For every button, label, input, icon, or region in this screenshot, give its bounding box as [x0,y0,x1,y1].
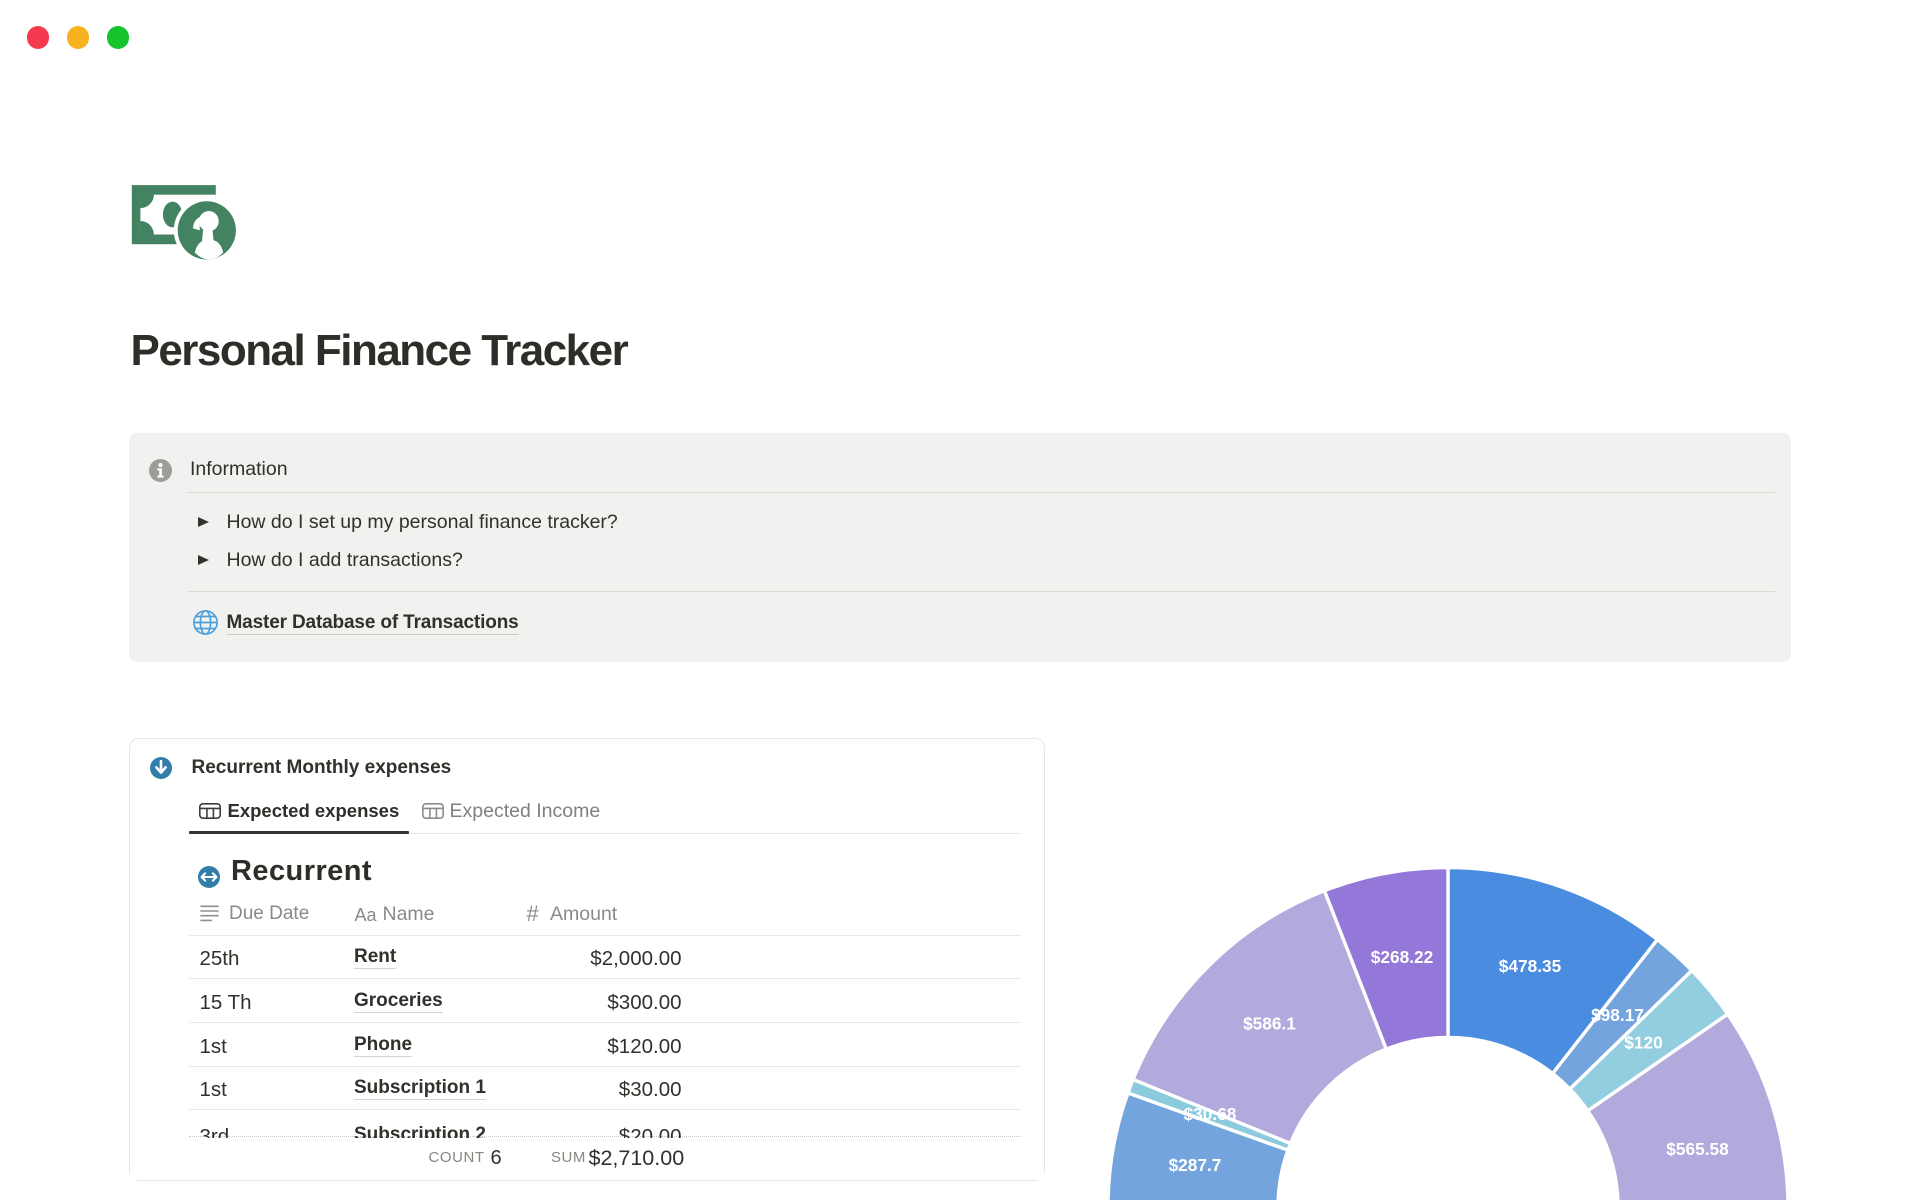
svg-text:$478.35: $478.35 [1499,956,1562,976]
svg-text:$30.68: $30.68 [1184,1104,1237,1124]
svg-text:$287.7: $287.7 [1169,1155,1222,1175]
svg-text:$586.1: $586.1 [1243,1014,1296,1034]
svg-text:$565.58: $565.58 [1666,1139,1729,1159]
svg-text:$98.17: $98.17 [1591,1005,1644,1025]
svg-text:$268.22: $268.22 [1371,947,1433,967]
svg-text:$120: $120 [1624,1033,1662,1053]
